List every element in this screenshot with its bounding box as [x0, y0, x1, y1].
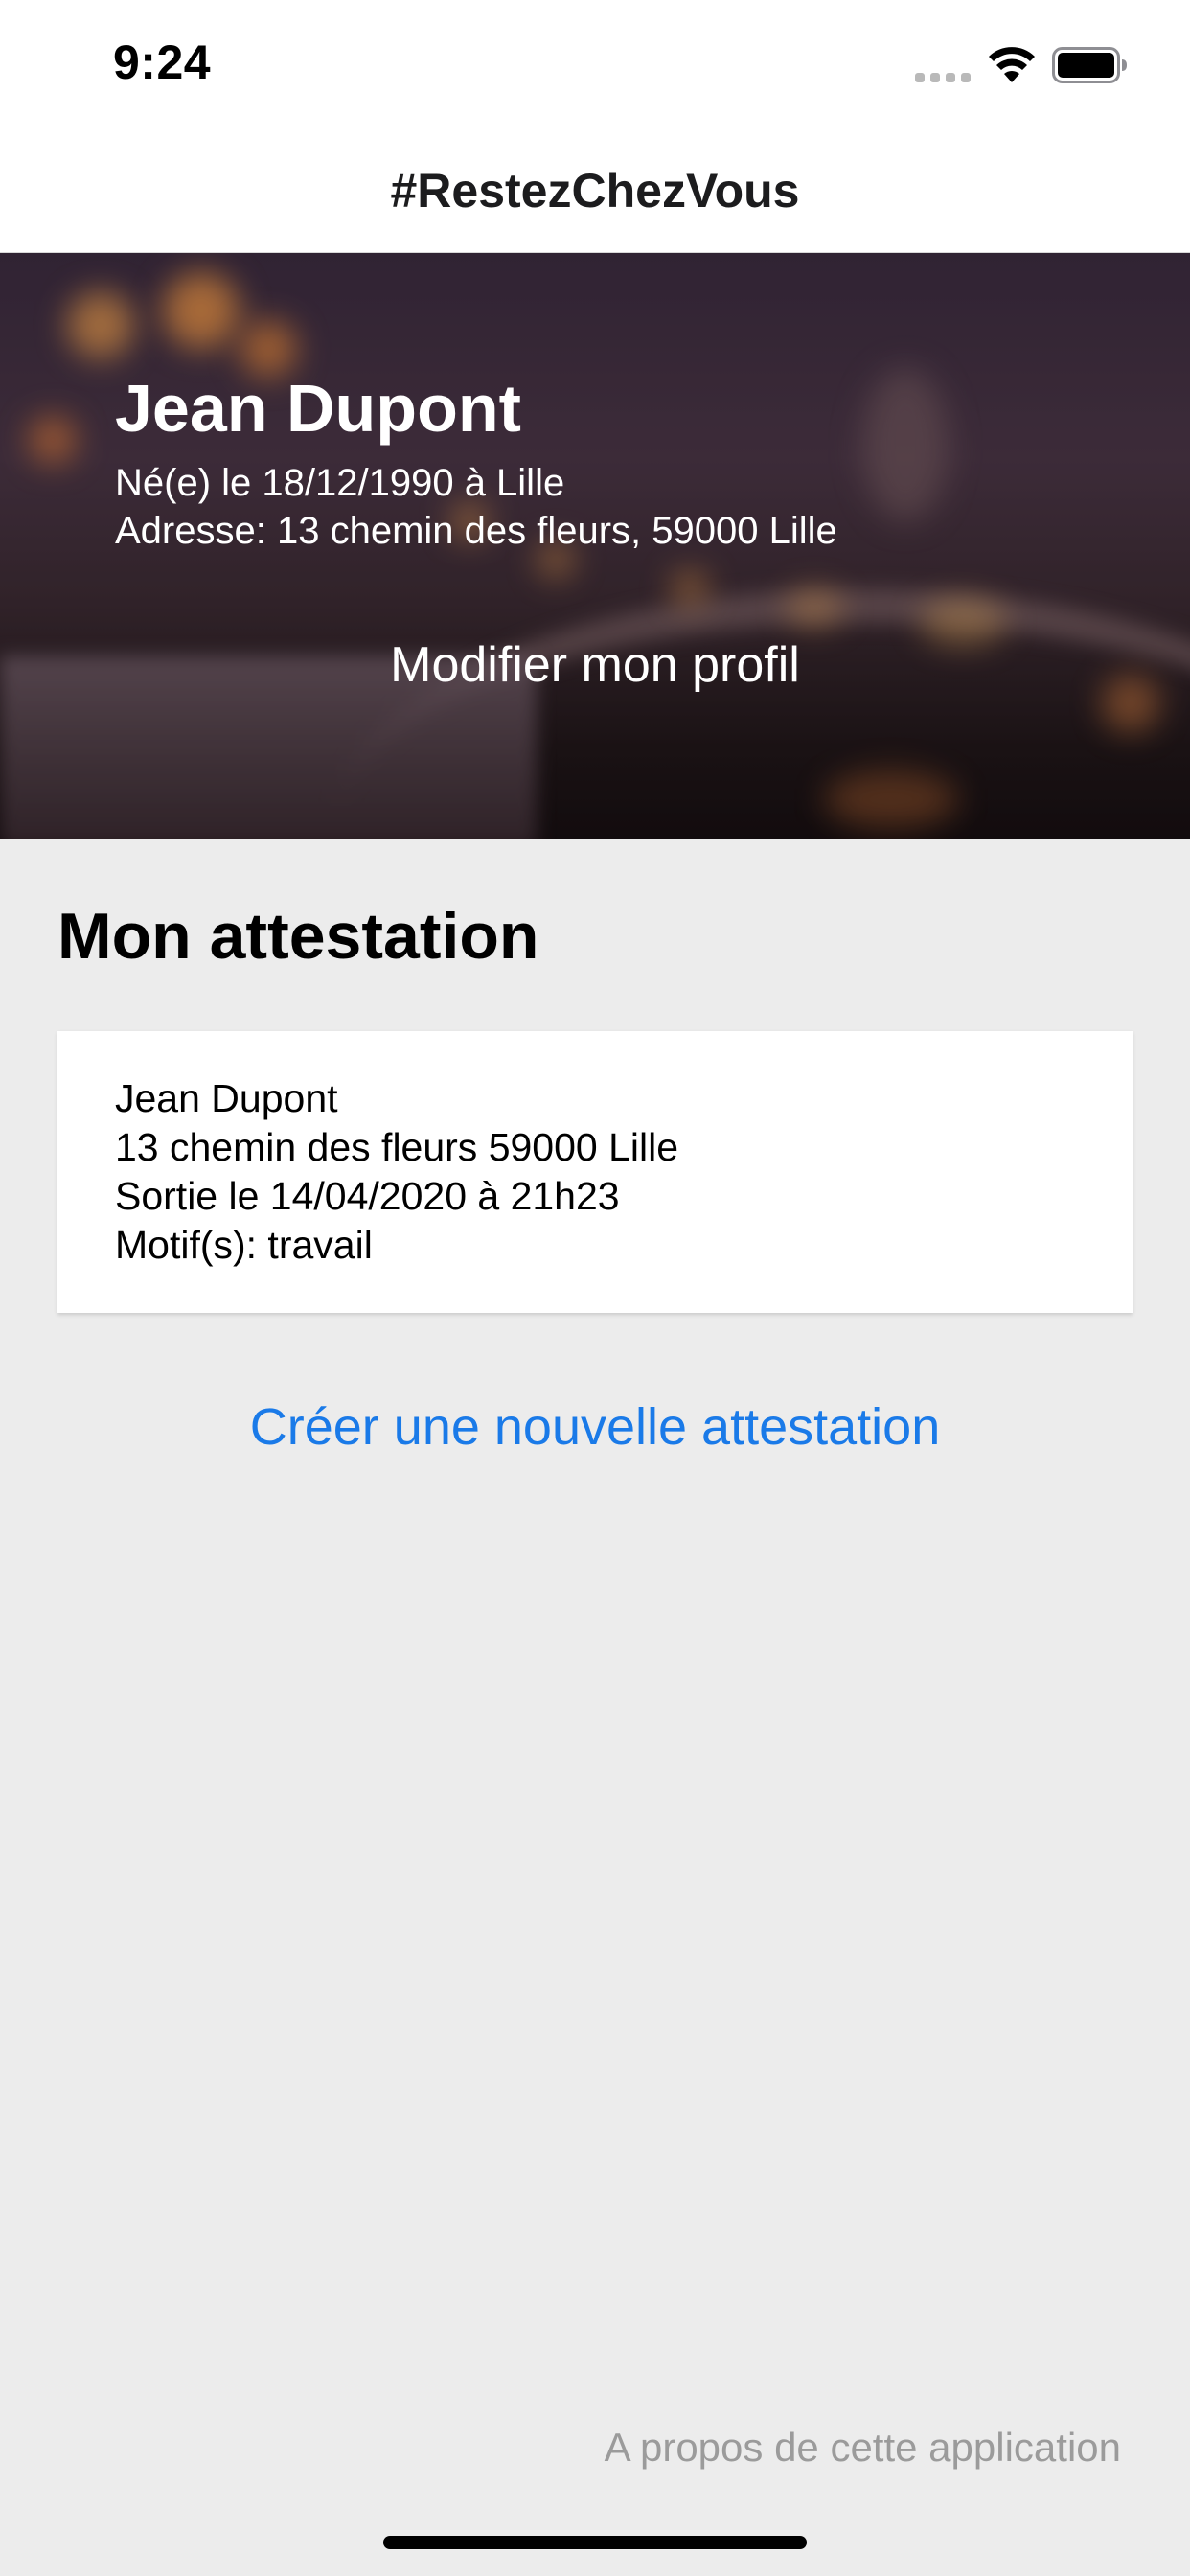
status-bar: 9:24 — [0, 0, 1190, 126]
wifi-icon — [989, 47, 1035, 82]
navigation-bar: #RestezChezVous — [0, 126, 1190, 253]
attestation-reason: Motif(s): travail — [115, 1223, 373, 1267]
profile-header: Jean Dupont Né(e) le 18/12/1990 à Lille … — [0, 253, 1190, 840]
edit-profile-button[interactable]: Modifier mon profil — [0, 636, 1190, 694]
app-screen: 9:24 #RestezChezVous Jean Dupont Né(e) l… — [0, 0, 1190, 2576]
cellular-signal-icon — [915, 69, 973, 82]
nav-title: #RestezChezVous — [390, 164, 800, 218]
attestation-name: Jean Dupont — [115, 1076, 338, 1120]
status-time: 9:24 — [113, 35, 212, 89]
profile-address: Adresse: 13 chemin des fleurs, 59000 Lil… — [115, 510, 837, 552]
attestation-exit-time: Sortie le 14/04/2020 à 21h23 — [115, 1174, 620, 1218]
section-title: Mon attestation — [57, 900, 539, 973]
profile-name: Jean Dupont — [115, 371, 521, 446]
create-attestation-button[interactable]: Créer une nouvelle attestation — [0, 1397, 1190, 1457]
attestation-card[interactable]: Jean Dupont 13 chemin des fleurs 59000 L… — [57, 1031, 1133, 1313]
home-indicator[interactable] — [383, 2536, 807, 2549]
battery-icon — [1052, 47, 1127, 83]
profile-birth-info: Né(e) le 18/12/1990 à Lille — [115, 462, 565, 504]
about-app-link[interactable]: A propos de cette application — [605, 2425, 1121, 2471]
attestation-address: 13 chemin des fleurs 59000 Lille — [115, 1125, 679, 1169]
